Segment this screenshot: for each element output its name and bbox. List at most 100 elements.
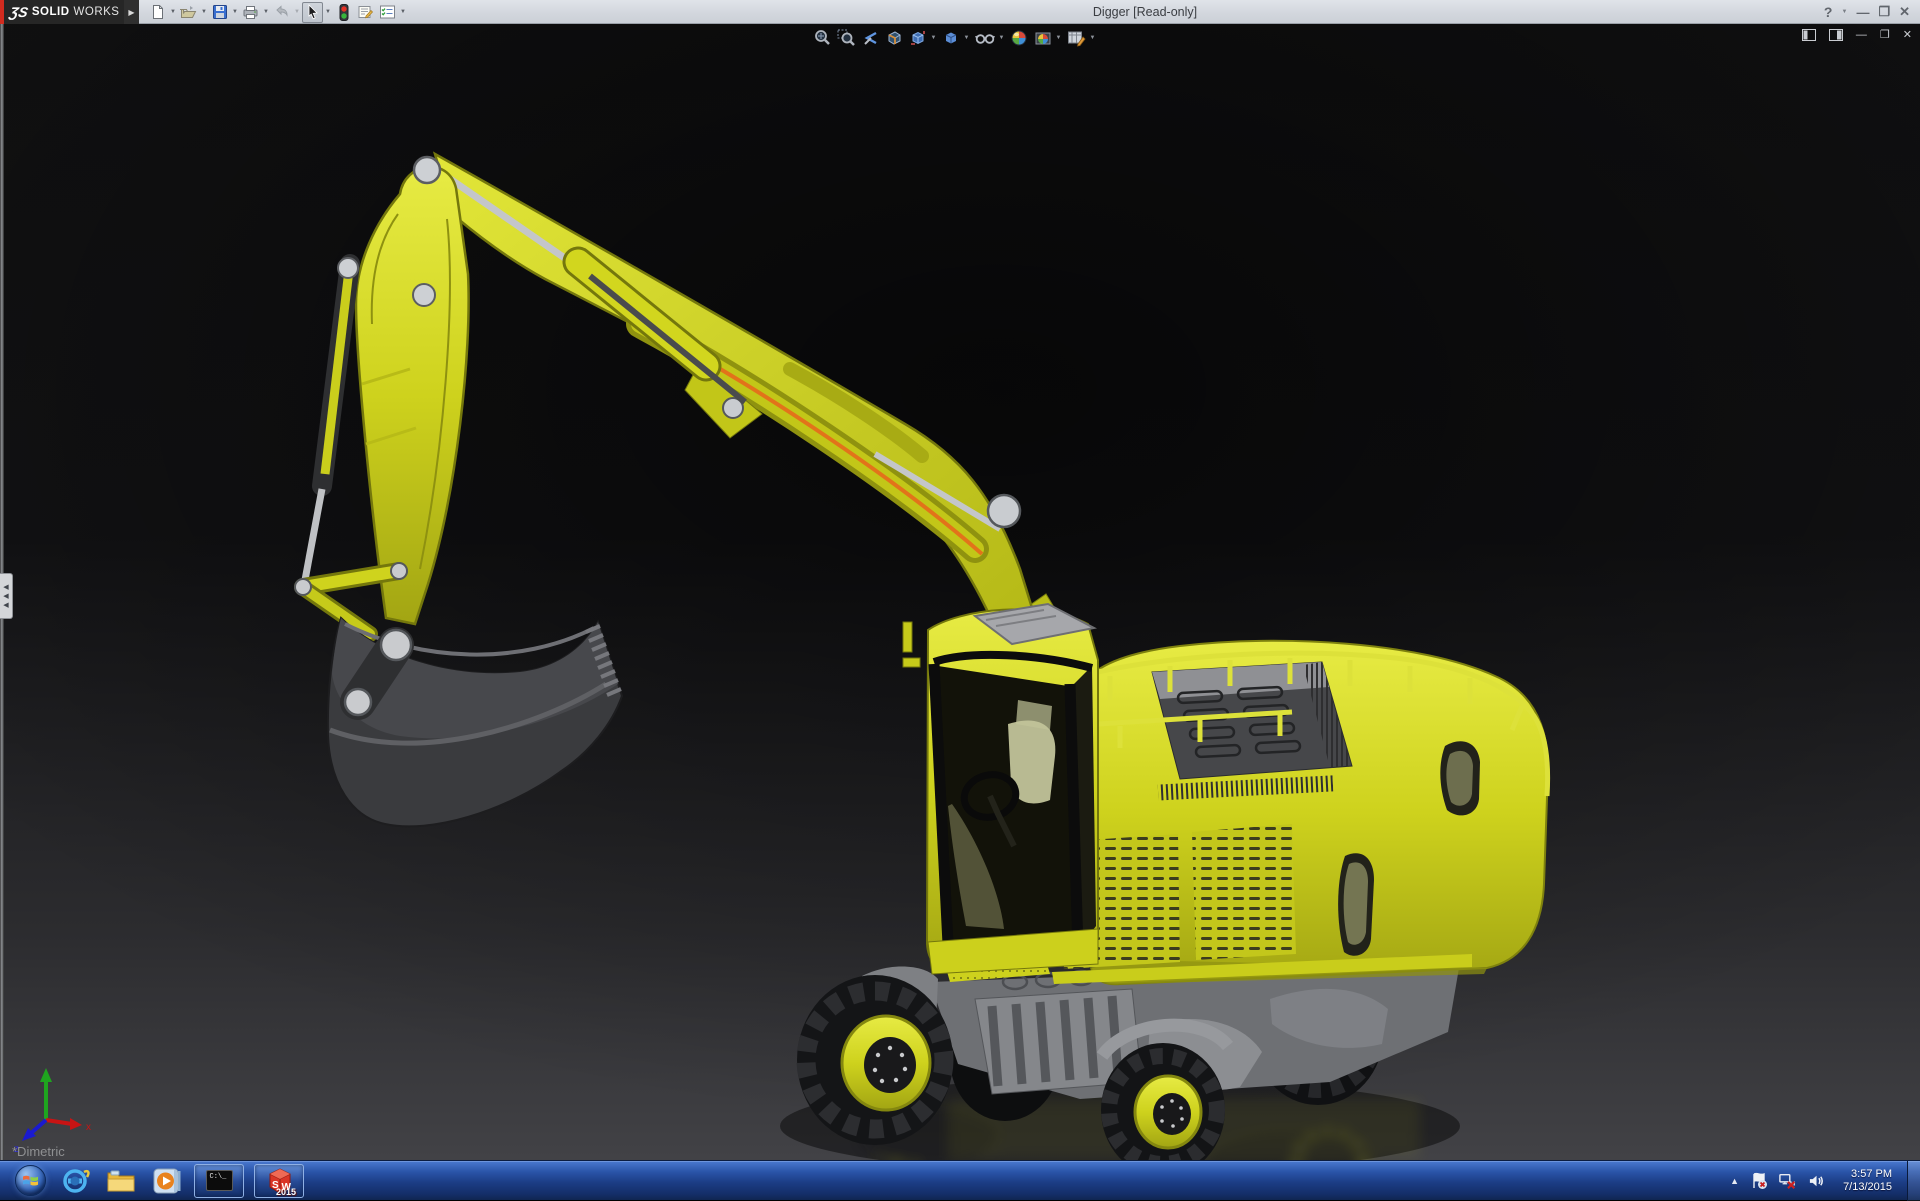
graphics-viewport[interactable]: ◀ ◀ ◀ ▼ ▼ ▼ ▼ ▼ — ❐ ✕ x z *Dimetric (0, 24, 1920, 1160)
view-settings-icon (1068, 31, 1086, 47)
section-view-icon (888, 31, 901, 45)
document-window-controls: — ❐ ✕ (1801, 28, 1912, 41)
save-floppy-icon (212, 5, 227, 19)
options-checklist-icon (380, 5, 395, 19)
hidden-icons-button[interactable]: ▲ (1730, 1176, 1739, 1186)
undo-button[interactable] (271, 2, 292, 23)
view-settings-button[interactable] (1067, 28, 1086, 48)
taskbar-internet-explorer[interactable] (58, 1164, 92, 1198)
file-properties-icon (358, 6, 373, 19)
taskbar-windows-explorer[interactable] (104, 1164, 138, 1198)
file-properties-button[interactable] (355, 2, 376, 23)
cab (902, 602, 1099, 975)
solidworks-logo: ƷS SOLID WORKS (0, 0, 124, 24)
options-dropdown[interactable]: ▼ (399, 9, 407, 15)
undo-dropdown[interactable]: ▼ (293, 9, 301, 15)
logo-text-bold: SOLID (31, 6, 70, 18)
volume-icon[interactable] (1808, 1172, 1826, 1190)
tray-clock[interactable]: 3:57 PM 7/13/2015 (1843, 1168, 1892, 1194)
tray-date: 7/13/2015 (1843, 1180, 1892, 1193)
zoom-to-fit-button[interactable] (813, 28, 831, 48)
select-cursor-icon (308, 4, 318, 20)
view-orientation-button[interactable] (909, 28, 927, 48)
restore-button[interactable]: ❐ (1878, 4, 1890, 20)
print-button[interactable] (240, 2, 261, 23)
upper-body (1060, 639, 1551, 986)
windows-flag-icon (23, 1175, 38, 1186)
media-player-icon (153, 1168, 181, 1193)
featuremanager-collapsed-tab[interactable]: ◀ ◀ ◀ (0, 573, 13, 619)
windows-taskbar: C:\_ S W 2015 ▲ 3:57 PM 7/13/2015 (0, 1160, 1920, 1201)
action-center-icon[interactable] (1750, 1172, 1768, 1190)
collapse-arrow-icon: ◀ (3, 583, 9, 591)
hide-show-items-dropdown[interactable]: ▼ (998, 35, 1005, 41)
new-dropdown[interactable]: ▼ (169, 9, 177, 15)
display-style-dropdown[interactable]: ▼ (963, 35, 970, 41)
command-prompt-icon: C:\_ (205, 1170, 233, 1191)
view-orientation-icon (911, 31, 925, 45)
save-dropdown[interactable]: ▼ (231, 9, 239, 15)
open-folder-icon (180, 6, 197, 18)
menu-expand-arrow[interactable]: ▶ (124, 0, 139, 24)
open-button[interactable] (178, 2, 199, 23)
print-dropdown[interactable]: ▼ (262, 9, 270, 15)
select-button[interactable] (302, 1, 323, 23)
taskbar-media-player[interactable] (150, 1164, 184, 1198)
close-button[interactable]: ✕ (1899, 4, 1910, 20)
print-icon (243, 6, 258, 19)
new-button[interactable] (147, 2, 168, 23)
orientation-triad: x z (14, 1068, 91, 1154)
tray-time: 3:57 PM (1851, 1167, 1892, 1180)
eyeglasses-icon (975, 34, 995, 44)
help-dropdown[interactable]: ▼ (1841, 9, 1847, 15)
apply-scene-dropdown[interactable]: ▼ (1055, 35, 1062, 41)
front-left-wheel (796, 975, 954, 1145)
dock-pane-right-icon[interactable] (1828, 28, 1843, 41)
undo-icon (276, 5, 288, 17)
options-button[interactable] (377, 2, 398, 23)
doc-close-button[interactable]: ✕ (1903, 28, 1912, 41)
boom-pin (986, 493, 1022, 529)
collapse-arrow-icon: ◀ (3, 592, 9, 600)
mirror-bracket (902, 621, 913, 653)
display-style-button[interactable] (942, 28, 960, 48)
edit-appearance-button[interactable] (1010, 28, 1028, 48)
network-status-icon[interactable] (1779, 1172, 1797, 1190)
zoom-to-fit-icon (815, 30, 830, 45)
apply-scene-button[interactable] (1034, 28, 1052, 48)
start-button[interactable] (15, 1165, 46, 1196)
open-dropdown[interactable]: ▼ (200, 9, 208, 15)
dock-pane-left-icon[interactable] (1801, 28, 1816, 41)
internet-explorer-icon (63, 1168, 90, 1193)
folder-icon (107, 1170, 135, 1191)
help-button[interactable]: ? (1824, 4, 1833, 20)
taskbar-solidworks[interactable]: S W 2015 (254, 1163, 304, 1198)
zoom-to-area-button[interactable] (837, 28, 855, 48)
select-dropdown[interactable]: ▼ (324, 9, 332, 15)
doc-restore-button[interactable]: ❐ (1880, 28, 1890, 41)
doc-minimize-button[interactable]: — (1856, 29, 1867, 41)
minimize-button[interactable]: — (1856, 5, 1869, 20)
solidworks-logo-icon: ƷS (8, 4, 30, 20)
hide-show-items-button[interactable] (975, 28, 995, 48)
solidworks-2015-icon: S W 2015 (264, 1166, 296, 1197)
appearance-ball-icon (1011, 30, 1027, 46)
window-controls: ? ▼ — ❐ ✕ (1824, 0, 1910, 24)
view-orientation-dropdown[interactable]: ▼ (930, 35, 937, 41)
view-settings-dropdown[interactable]: ▼ (1089, 35, 1096, 41)
rebuild-button[interactable] (333, 2, 354, 23)
previous-view-icon (864, 31, 877, 45)
taskbar-command-prompt[interactable]: C:\_ (194, 1163, 244, 1198)
section-view-button[interactable] (885, 28, 903, 48)
window-title: Digger [Read-only] (1092, 5, 1198, 19)
apply-scene-icon (1035, 32, 1051, 45)
zoom-to-area-icon (837, 29, 855, 46)
save-button[interactable] (209, 2, 230, 23)
title-bar: ƷS SOLID WORKS ▶ ▼ ▼ ▼ ▼ ▼ ▼ ▼ Digger [R… (0, 0, 1920, 24)
previous-view-button[interactable] (861, 28, 879, 48)
triad-x-label: x (86, 1122, 91, 1133)
show-desktop-button[interactable] (1907, 1160, 1920, 1201)
digger-model-canvas (0, 24, 1920, 1160)
rebuild-trafficlight-icon (339, 3, 348, 21)
collapse-arrow-icon: ◀ (3, 601, 9, 609)
